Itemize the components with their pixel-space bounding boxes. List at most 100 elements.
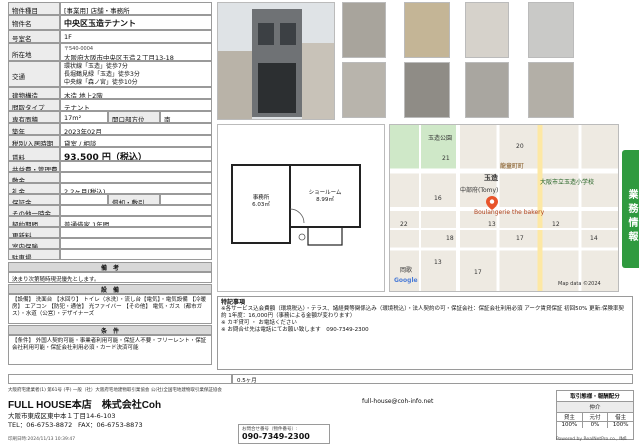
company-tel: TEL：06-6753-8872 (8, 421, 73, 429)
bottom-cell-right: 0.5ヶ月 (232, 374, 633, 384)
map-label-area: 岡歌 (400, 267, 413, 274)
interior-photo-7 (465, 62, 509, 118)
room-value: 1F (60, 30, 212, 43)
map-label-station: 玉造 (484, 174, 498, 182)
block-number: 20 (516, 143, 524, 150)
renewal-value (60, 227, 212, 238)
tax-label: 税別/入居時期 (8, 135, 60, 147)
block-number: 12 (552, 221, 560, 228)
company-email[interactable]: full-house@coh-info.net (362, 398, 433, 405)
google-logo: Google (394, 277, 418, 284)
location-pin-icon[interactable] (486, 195, 498, 210)
page-number: 1/1 (620, 437, 628, 442)
address-box: 〒540-0004 大阪府大阪市中央区玉造２丁目13-18 (60, 43, 212, 61)
other-value (60, 205, 212, 216)
parking-value (60, 249, 212, 260)
business-info-tab[interactable]: 業務情報 (622, 150, 639, 268)
block-number: 17 (516, 235, 524, 242)
company-name: FULL HOUSE本店 株式会社Coh (8, 400, 162, 411)
floorplan-drawing (218, 125, 384, 291)
contract-label: 契約期間 (8, 216, 60, 227)
notes-line-1: ※各サービス込会費額（環境税込）・テラス、諸経費等関係込み（環境税込）・法人契約… (221, 306, 624, 319)
interior-photo-2 (404, 2, 450, 58)
biko-text: 決まり次第随時現況優先とします。 (8, 272, 212, 283)
map-label-business: 中部府(Tomy) (460, 187, 499, 194)
other-label: その他一時金 (8, 205, 60, 216)
built-value: 2023年02月 (60, 123, 212, 135)
type-value: [事業用] 店舗・事務所 (60, 2, 212, 15)
layout-value: テナント (60, 99, 212, 111)
access-line: 環状線「玉造」徒歩7分 (64, 63, 128, 70)
opening-label: 開口部方位 (108, 111, 160, 123)
floor-plan: 事務所 6.03㎡ ショールーム 8.99㎡ (217, 124, 385, 292)
interior-photo-8 (528, 62, 574, 118)
deal-table: 取引態様・報酬配分 仲介 貸主 元付 借主 100% 0% 100% (556, 390, 634, 440)
deal-row: 100% 0% 100% (557, 422, 633, 428)
reikin-label: 礼金 (8, 183, 60, 194)
deal-row: 貸主 元付 借主 (557, 413, 633, 422)
block-number: 17 (474, 269, 482, 276)
access-box: 環状線「玉造」徒歩7分 長堀鶴見緑「玉造」徒歩3分 中央線「森ノ宮」徒歩10分 (60, 61, 212, 87)
print-note: 印刷日時:2024/11/13 10:39:47 (8, 437, 76, 442)
deposit-label: 敷金 (8, 172, 60, 183)
interior-photo-5 (342, 62, 386, 118)
deposit-value (60, 172, 212, 183)
zip: 〒540-0004 (64, 46, 94, 52)
structure-label: 建物構造 (8, 87, 60, 99)
rent-value: 93,500 円（税込） (60, 147, 212, 161)
hosho-label: 保証金 (8, 194, 60, 205)
room-label: 号室名 (8, 30, 60, 43)
block-number: 22 (400, 221, 408, 228)
map[interactable]: 玉造公園 龍童町町 大阪市立玉造小学校 中部府(Tomy) 岡歌 玉造 Boul… (389, 124, 619, 292)
map-label-shop: 龍童町町 (500, 163, 525, 170)
interior-photo-4 (528, 2, 574, 58)
room2-size: 8.99㎡ (316, 197, 334, 203)
block-number: 13 (488, 221, 496, 228)
reikin-value: 2.2ヶ月(税込) (60, 183, 212, 194)
deal-cell: 100% (612, 422, 629, 428)
tax-value: 貸室 / 相談 (60, 135, 212, 147)
deal-cell: 元付 (583, 413, 609, 421)
deal-sub: 仲介 (557, 402, 633, 413)
deal-cell: 貸主 (557, 413, 583, 421)
license-disclaimer: 大阪府宅建業者(1) 第61号 (平) 一般（社）大阪府宅地建物取引業協会 公(… (8, 388, 222, 393)
contract-value: 普通借家 1年間 (60, 216, 212, 227)
shokyaku-value (160, 194, 212, 205)
building-icon (218, 3, 334, 119)
address-label: 所在地 (8, 43, 60, 61)
company-fax: FAX：06-6753-8873 (78, 421, 143, 429)
powered-by: Powered by RealNetPro co., ltd. (556, 437, 627, 442)
insurance-label: 室内保険 (8, 238, 60, 249)
area-label: 専有面積 (8, 111, 60, 123)
block-number: 13 (434, 259, 442, 266)
notes-line-3: ※ お問合せ先は電話にてお願い致します 090-7349-2300 (221, 326, 369, 333)
biko-header: 備 考 (8, 262, 212, 272)
map-label-park: 玉造公園 (428, 135, 453, 142)
area-value: 17m² (60, 111, 108, 123)
setsubi-text: 【設備】 洗面台 【水回り】 トイレ（水洗）・流し台【電気】・電気設備 【冷暖房… (8, 294, 212, 324)
notes-box: 特記事項 ※各サービス込会費額（環境税込）・テラス、諸経費等関係込み（環境税込）… (217, 296, 633, 370)
deal-cell: 借主 (615, 415, 627, 421)
block-number: 16 (434, 195, 442, 202)
interior-photo-3 (465, 2, 509, 58)
parking-label: 駐車場 (8, 249, 60, 260)
access-line: 中央線「森ノ宮」徒歩10分 (64, 79, 138, 86)
room1-size: 6.03㎡ (252, 202, 270, 208)
layout-label: 間取タイプ (8, 99, 60, 111)
phone-number: 090-7349-2300 (242, 432, 310, 441)
map-label-school: 大阪市立玉造小学校 (540, 179, 595, 186)
name-label: 物件名 (8, 15, 60, 30)
renewal-label: 更新料 (8, 227, 60, 238)
hosho-value (60, 194, 108, 205)
block-number: 21 (442, 155, 450, 162)
opening-value: 南 (160, 111, 212, 123)
block-number: 14 (590, 235, 598, 242)
rent-label: 賃料 (8, 147, 60, 161)
address: 大阪府大阪市中央区玉造２丁目13-18 (64, 54, 174, 61)
name-value: 中央区玉造テナント (60, 15, 212, 30)
interior-photo-6 (404, 62, 450, 118)
building-exterior-photo (217, 2, 335, 120)
access-line: 長堀鶴見緑「玉造」徒歩3分 (64, 71, 140, 78)
fee-value (60, 161, 212, 172)
type-label: 物件種目 (8, 2, 60, 15)
